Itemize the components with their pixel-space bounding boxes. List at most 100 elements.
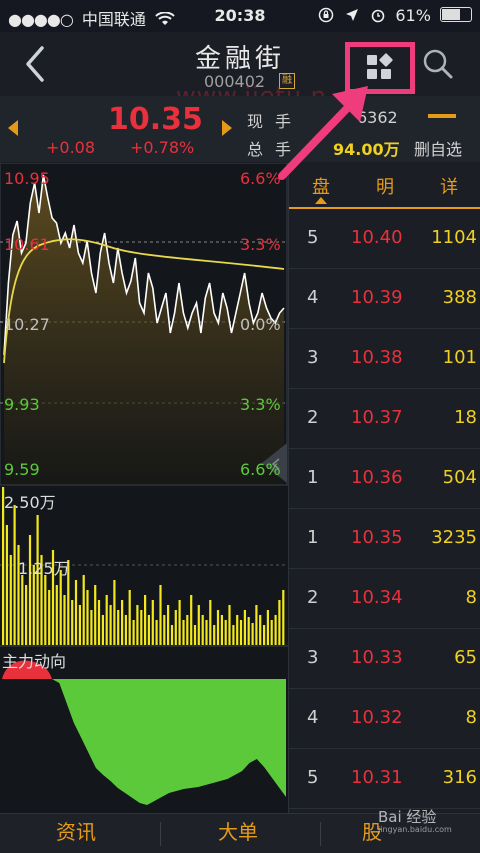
alarm-icon xyxy=(371,9,385,23)
ask-row[interactable]: 2 10.37 18 xyxy=(289,388,480,449)
bid-row[interactable]: 5 10.31 316 xyxy=(289,748,480,809)
volume-bar xyxy=(205,620,208,645)
volume-bar xyxy=(159,585,162,645)
ask-row[interactable]: 1 10.36 504 xyxy=(289,448,480,509)
volume-bar xyxy=(132,620,135,645)
level-number: 4 xyxy=(307,287,319,308)
search-button[interactable] xyxy=(420,46,456,82)
volume-bar xyxy=(25,585,28,645)
price-label-low: 9.59 xyxy=(4,460,40,479)
volume-bar xyxy=(5,525,8,645)
baidu-watermark: Bai 经验 jingyan.baidu.com xyxy=(378,806,452,834)
volume-bar xyxy=(21,575,24,645)
volume-bar xyxy=(48,590,51,645)
battery-icon xyxy=(440,7,472,22)
volume-bar xyxy=(9,555,12,645)
volume-bar xyxy=(82,575,85,645)
favorite-indicator xyxy=(428,114,456,118)
quote-summary: 10.35 +0.08 +0.78% 现手 总手 6362 94.00万 删自选 xyxy=(0,96,480,162)
tab-order-book[interactable]: 盘 xyxy=(289,173,353,199)
volume-bar xyxy=(197,605,200,645)
volume-bar xyxy=(186,615,189,645)
last-price: 10.35 xyxy=(108,102,203,137)
total-volume-label: 总手 xyxy=(247,140,304,159)
baidu-logo: Bai 经验 xyxy=(378,808,437,826)
volume-label-mid: 1.25万 xyxy=(18,559,70,578)
volume-bar xyxy=(163,615,166,645)
volume-bar xyxy=(216,610,220,645)
price-change-percent: +0.78% xyxy=(130,138,195,157)
volume-bar xyxy=(101,615,104,645)
order-price: 10.40 xyxy=(351,227,403,248)
tab-trade-details[interactable]: 明 xyxy=(353,173,417,199)
order-price: 10.34 xyxy=(351,587,403,608)
volume-bar xyxy=(71,600,74,645)
order-quantity: 3235 xyxy=(431,527,477,548)
volume-bar xyxy=(228,605,231,645)
volume-bar xyxy=(97,600,101,645)
volume-bar xyxy=(94,585,97,645)
tab-news[interactable]: 资讯 xyxy=(56,816,96,845)
menu-grid-button[interactable] xyxy=(345,42,415,94)
order-quantity: 316 xyxy=(442,767,477,788)
tab-stock-info[interactable]: 详 xyxy=(417,173,480,199)
volume-bar xyxy=(209,600,212,645)
baidu-url: jingyan.baidu.com xyxy=(378,825,452,834)
ask-row[interactable]: 5 10.40 1104 xyxy=(289,208,480,269)
volume-bar xyxy=(263,625,266,645)
order-quantity: 388 xyxy=(442,287,477,308)
volume-bar xyxy=(282,590,285,645)
pct-label-low: 6.6% xyxy=(240,460,281,479)
volume-bar xyxy=(270,620,273,645)
volume-bar xyxy=(232,625,235,645)
level-number: 5 xyxy=(307,767,319,788)
order-quantity: 101 xyxy=(442,347,477,368)
bid-row[interactable]: 2 10.34 8 xyxy=(289,568,480,629)
total-volume: 94.00万 xyxy=(333,140,400,159)
current-volume-label: 现手 xyxy=(247,112,304,131)
volume-bar xyxy=(182,620,185,645)
battery-percent: 61% xyxy=(395,6,431,25)
bid-row[interactable]: 4 10.32 8 xyxy=(289,688,480,749)
volume-bar xyxy=(147,615,150,645)
tab-divider xyxy=(320,822,321,846)
next-stock-arrow[interactable] xyxy=(222,120,232,136)
level-number: 4 xyxy=(307,707,319,728)
volume-bar xyxy=(201,615,204,645)
order-quantity: 1104 xyxy=(431,227,477,248)
nav-bar: 金融街 000402 融 www.jietu.n xyxy=(0,32,480,110)
volume-bar xyxy=(155,620,158,645)
level-number: 3 xyxy=(307,347,319,368)
volume-bar xyxy=(251,623,254,645)
volume-bar xyxy=(259,615,262,645)
chart-canvas xyxy=(0,163,288,805)
location-icon xyxy=(346,9,359,21)
volume-bar xyxy=(55,585,58,645)
intraday-chart[interactable]: 10.95 10.61 10.27 9.93 9.59 6.6% 3.3% 0.… xyxy=(0,163,288,813)
order-quantity: 18 xyxy=(454,407,477,428)
volume-bar xyxy=(266,610,269,645)
order-quantity: 504 xyxy=(442,467,477,488)
pct-label-zero: 0.0% xyxy=(240,315,281,334)
order-price: 10.39 xyxy=(351,287,403,308)
volume-bar xyxy=(224,620,227,645)
volume-bar xyxy=(28,535,32,645)
volume-bar xyxy=(213,625,216,645)
volume-bar xyxy=(170,625,174,645)
tab-large-orders[interactable]: 大单 xyxy=(218,816,258,845)
volume-bar xyxy=(124,615,127,645)
ask-row[interactable]: 4 10.39 388 xyxy=(289,268,480,329)
order-quantity: 8 xyxy=(465,707,477,728)
bid-row[interactable]: 3 10.33 65 xyxy=(289,628,480,689)
level-number: 2 xyxy=(307,407,319,428)
level-number: 1 xyxy=(307,467,319,488)
bid-row[interactable]: 1 10.35 3235 xyxy=(289,508,480,569)
rotation-lock-icon xyxy=(318,7,334,23)
previous-stock-arrow[interactable] xyxy=(8,120,18,136)
order-quantity: 65 xyxy=(454,647,477,668)
ask-row[interactable]: 3 10.38 101 xyxy=(289,328,480,389)
fund-outflow-area xyxy=(52,679,286,805)
volume-bar xyxy=(117,610,120,645)
volume-bar xyxy=(128,590,131,645)
remove-favorite-button[interactable]: 删自选 xyxy=(414,136,462,160)
